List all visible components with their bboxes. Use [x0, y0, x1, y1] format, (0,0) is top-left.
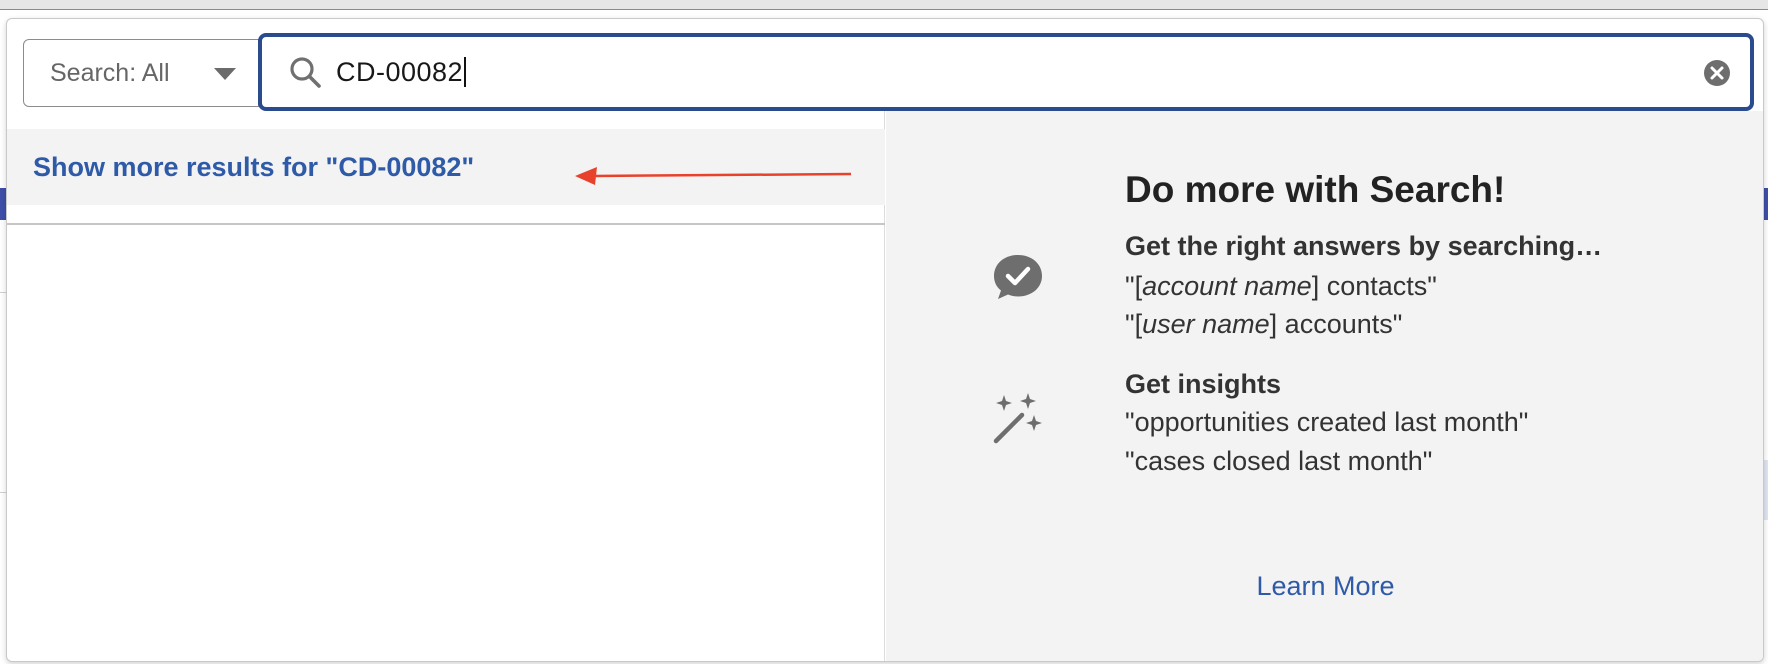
search-dropdown-panel: Search: All CD-00082 Show more results f… [6, 18, 1764, 662]
tips-title: Do more with Search! [1125, 169, 1506, 210]
tip-example-account-contacts: "[account name] contacts" [1125, 271, 1437, 301]
search-input[interactable]: CD-00082 [258, 33, 1754, 111]
clear-icon[interactable] [1702, 58, 1732, 88]
tip-example-opportunities: "opportunities created last month" [1125, 407, 1529, 437]
magic-wand-icon [993, 393, 1042, 444]
tip-example-cases: "cases closed last month" [1125, 446, 1433, 476]
show-more-results-label: Show more results for "CD-00082" [33, 151, 475, 182]
tip-heading-insights: Get insights [1125, 369, 1282, 399]
tip-example-user-accounts: "[user name] accounts" [1125, 309, 1403, 339]
search-icon [290, 57, 321, 88]
annotation-arrow-icon [575, 167, 852, 185]
search-scope-label: Search: All [50, 58, 170, 87]
chat-check-icon [994, 255, 1042, 299]
chevron-down-icon [214, 68, 236, 80]
search-tips-panel: Do more with Search! Get the right answe… [886, 111, 1763, 661]
search-results-list: Show more results for "CD-00082" [7, 111, 885, 661]
learn-more-link[interactable]: Learn More [886, 571, 1763, 602]
search-query-text[interactable]: CD-00082 [336, 57, 467, 87]
search-scope-dropdown[interactable]: Search: All [23, 39, 259, 107]
results-divider [7, 223, 885, 225]
background-window-edge [0, 0, 1768, 10]
tip-heading-answers: Get the right answers by searching… [1125, 231, 1603, 261]
